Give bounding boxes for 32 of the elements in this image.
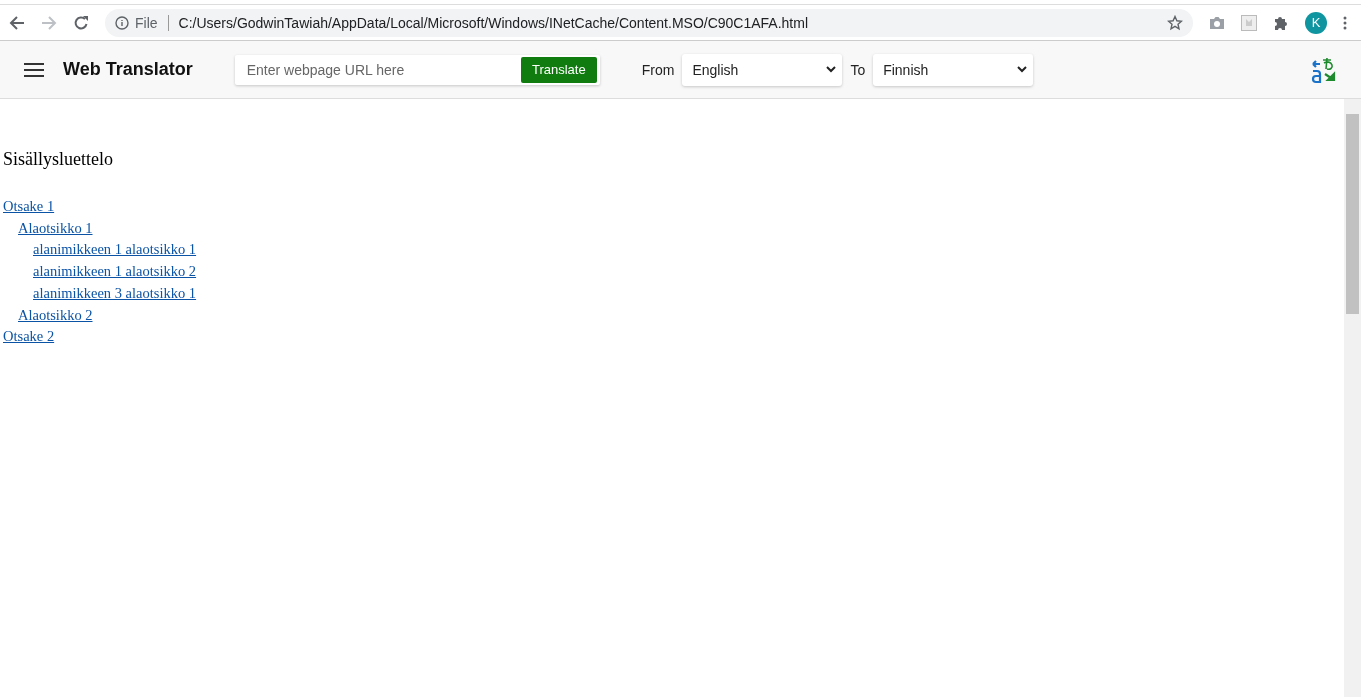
toc-link[interactable]: alanimikkeen 1 alaotsikko 2 xyxy=(33,263,197,280)
scrollbar[interactable] xyxy=(1344,99,1361,697)
to-language-select[interactable]: Finnish xyxy=(873,53,1034,86)
reload-icon[interactable] xyxy=(73,14,89,31)
from-language-select[interactable]: English xyxy=(682,53,843,86)
toc-link[interactable]: Otsake 1 xyxy=(3,198,55,214)
back-icon[interactable] xyxy=(9,14,25,31)
toc-link[interactable]: Alaotsikko 1 xyxy=(18,219,93,236)
toc-link[interactable]: Alaotsikko 2 xyxy=(18,306,93,323)
app-title: Web Translator xyxy=(63,59,193,80)
menu-icon[interactable] xyxy=(24,62,44,77)
translate-logo-icon xyxy=(1311,55,1337,84)
address-scheme: File xyxy=(135,14,158,31)
chevron-down-icon xyxy=(1017,66,1028,73)
info-icon xyxy=(115,15,129,30)
menu-dots-icon[interactable] xyxy=(1343,15,1347,30)
star-icon[interactable] xyxy=(1167,14,1183,31)
toc-link[interactable]: alanimikkeen 1 alaotsikko 1 xyxy=(33,241,197,258)
translate-button[interactable]: Translate xyxy=(521,56,597,83)
from-label: From xyxy=(641,61,675,78)
toc-link[interactable]: alanimikkeen 3 alaotsikko 1 xyxy=(33,284,197,301)
camera-icon[interactable] xyxy=(1209,15,1225,30)
url-field[interactable]: Enter webpage URL here Translate xyxy=(234,54,600,85)
address-text: C:/Users/GodwinTawiah/AppData/Local/Microsoft/Windows/INetCache/Content.MSO/C90C1AFA.html xyxy=(178,14,810,31)
scrollbar-thumb[interactable] xyxy=(1346,114,1359,314)
profile-avatar[interactable]: K xyxy=(1305,11,1327,34)
puzzle-icon[interactable] xyxy=(1273,14,1289,31)
chevron-down-icon xyxy=(826,66,837,73)
to-label: To xyxy=(850,61,866,78)
toc-link[interactable]: Otsake 2 xyxy=(3,328,55,345)
address-bar[interactable]: File C:/Users/GodwinTawiah/AppData/Local/Microsoft/Windows/INetCache/Content.MSO/C90C1AFA.html xyxy=(105,8,1193,37)
page-heading: Sisällysluettelo xyxy=(3,149,114,170)
